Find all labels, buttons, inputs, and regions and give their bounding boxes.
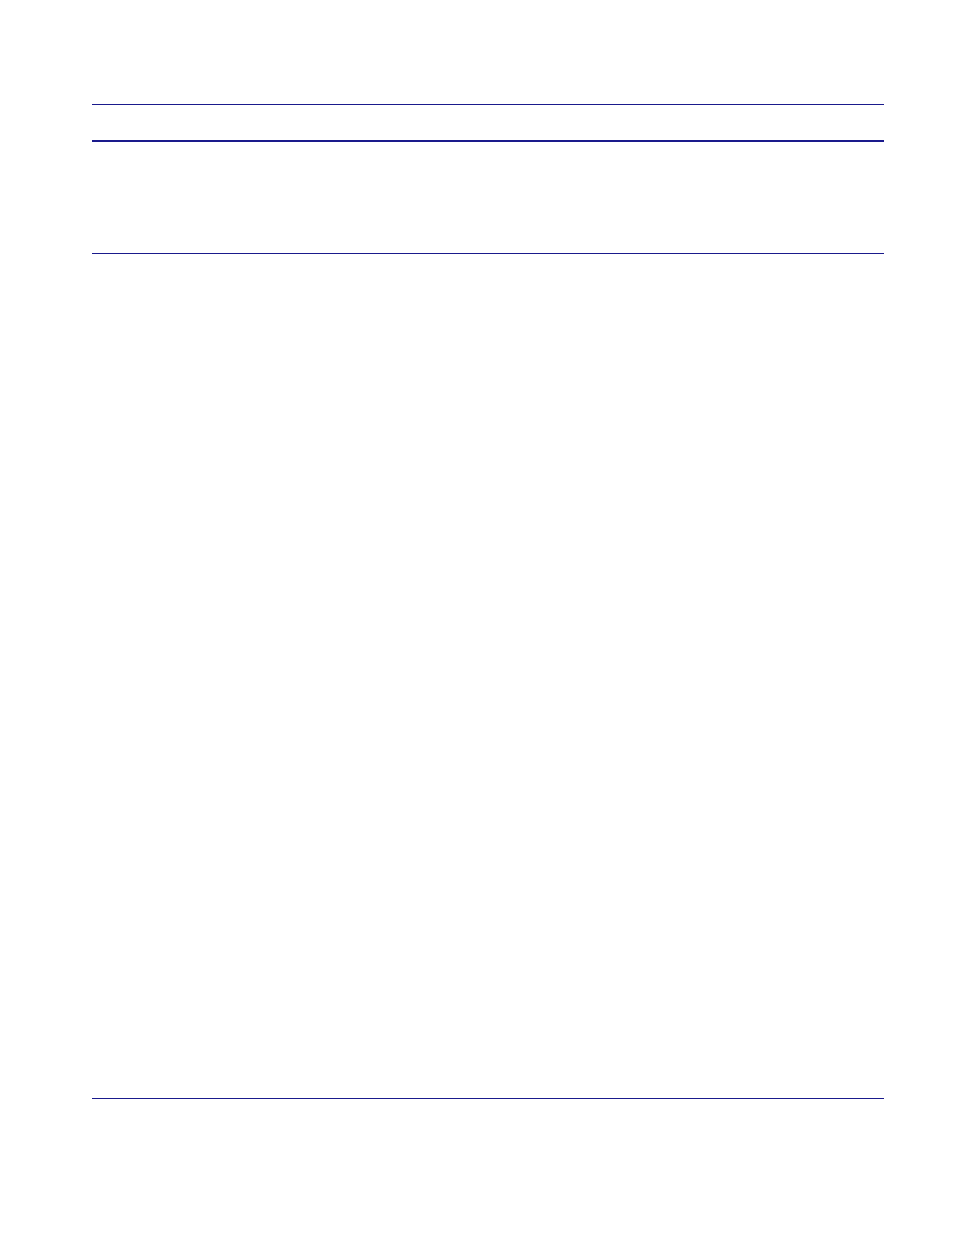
document-page	[92, 0, 884, 1235]
horizontal-rule-subheading	[92, 253, 884, 254]
horizontal-rule-heading	[92, 140, 884, 142]
horizontal-rule-footer	[92, 1098, 884, 1099]
horizontal-rule-top	[92, 104, 884, 105]
